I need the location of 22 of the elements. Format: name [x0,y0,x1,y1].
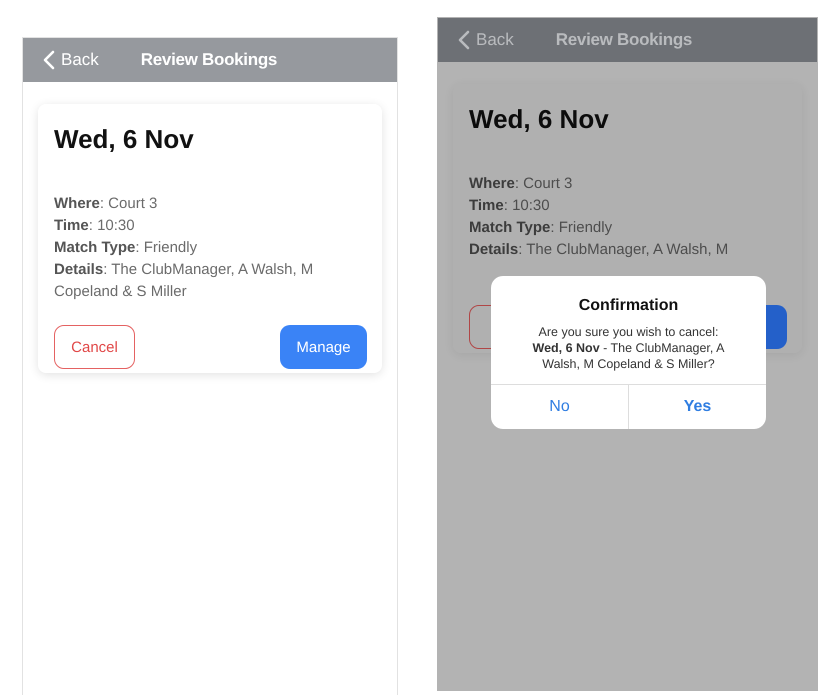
page-title: Review Bookings [140,50,278,70]
chevron-left-icon [458,30,470,50]
back-button[interactable]: Back [458,30,514,50]
chevron-left-icon [43,50,55,70]
booking-detail: Details: The ClubManager, A Walsh, M [469,240,730,260]
booking-detail: Details: The ClubManager, A Walsh, M Copeland & S Miller [54,260,314,302]
booking-detail: Match Type: Friendly [469,218,614,238]
back-button[interactable]: Back [43,50,99,70]
page-title: Review Bookings [556,30,692,50]
booking-date: Wed, 6 Nov [54,124,195,155]
booking-date: Wed, 6 Nov [469,104,610,135]
manage-button[interactable]: Manage [280,325,367,369]
dialog-message: Are you sure you wish to cancel: Wed, 6 Nov - The ClubManager, A Walsh, M Copeland & S Miller? [532,324,726,372]
booking-detail: Time: 10:30 [469,196,551,216]
dialog-title: Confirmation [578,296,680,315]
booking-detail: Time: 10:30 [54,216,136,236]
booking-detail: Match Type: Friendly [54,238,198,258]
dismiss-button[interactable]: No [491,385,628,429]
booking-detail: Where: Court 3 [469,174,574,194]
confirm-button[interactable]: Yes [628,385,766,429]
booking-detail: Where: Court 3 [54,194,158,214]
cancel-button[interactable]: Cancel [54,325,135,369]
